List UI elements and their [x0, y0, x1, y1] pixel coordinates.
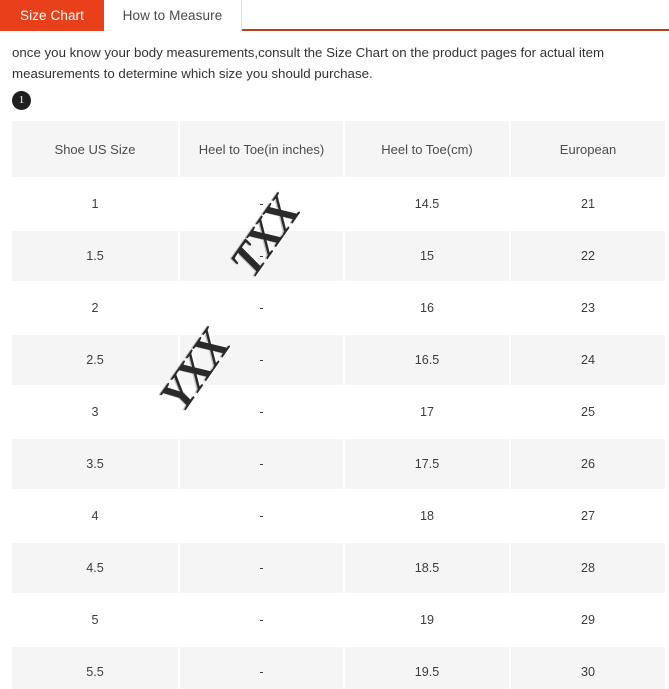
table-cell: 27 — [511, 491, 665, 541]
table-cell: - — [180, 491, 343, 541]
table-header: Shoe US Size Heel to Toe(in inches) Heel… — [12, 121, 665, 177]
table-row: 2.5-16.5 24 — [12, 335, 665, 385]
table-row: 3.5-17.5 26 — [12, 439, 665, 489]
table-row: 5-19 29 — [12, 595, 665, 645]
table-row: 1-14.5 21 — [12, 179, 665, 229]
table-row: 4.5-18.5 28 — [12, 543, 665, 593]
table-cell: 22 — [511, 231, 665, 281]
tab-bar: Size Chart How to Measure — [0, 0, 669, 31]
table-cell: - — [180, 283, 343, 333]
column-header-shoe-us-size: Shoe US Size — [12, 121, 178, 177]
table-body: 1-14.5 21 1.5-15 22 2-16 23 2.5-16.5 24 3-17 25 3.… — [12, 179, 665, 689]
table-row: 5.5-19.5 30 — [12, 647, 665, 689]
table-cell: 29 — [511, 595, 665, 645]
table-cell: 15 — [345, 231, 509, 281]
size-chart-table-wrap: Shoe US Size Heel to Toe(in inches) Heel… — [12, 119, 665, 689]
table-cell: 2.5 — [12, 335, 178, 385]
table-cell: 25 — [511, 387, 665, 437]
step-badge-row: 1 — [0, 84, 669, 110]
table-row: 4-18 27 — [12, 491, 665, 541]
table-cell: 4 — [12, 491, 178, 541]
table-header-row: Shoe US Size Heel to Toe(in inches) Heel… — [12, 121, 665, 177]
table-cell: 17.5 — [345, 439, 509, 489]
table-cell: 5 — [12, 595, 178, 645]
table-row: 2-16 23 — [12, 283, 665, 333]
table-cell: 5.5 — [12, 647, 178, 689]
intro-text: once you know your body measurements,con… — [12, 45, 605, 81]
tab-how-to-measure[interactable]: How to Measure — [104, 0, 242, 31]
table-cell: - — [180, 387, 343, 437]
table-cell: 17 — [345, 387, 509, 437]
table-cell: 18 — [345, 491, 509, 541]
table-cell: - — [180, 647, 343, 689]
table-cell: 3.5 — [12, 439, 178, 489]
size-chart-page: Size Chart How to Measure once you know … — [0, 0, 669, 689]
table-cell: 26 — [511, 439, 665, 489]
table-cell: - — [180, 335, 343, 385]
table-cell: - — [180, 439, 343, 489]
column-header-heel-to-toe-inches: Heel to Toe(in inches) — [180, 121, 343, 177]
table-cell: - — [180, 595, 343, 645]
table-cell: 16.5 — [345, 335, 509, 385]
table-cell: 16 — [345, 283, 509, 333]
table-cell: 19.5 — [345, 647, 509, 689]
tab-size-chart[interactable]: Size Chart — [0, 0, 104, 31]
table-cell: 30 — [511, 647, 665, 689]
table-cell: 2 — [12, 283, 178, 333]
step-number-badge: 1 — [12, 91, 31, 110]
table-cell: 18.5 — [345, 543, 509, 593]
table-row: 3-17 25 — [12, 387, 665, 437]
table-cell: 23 — [511, 283, 665, 333]
column-header-european: European — [511, 121, 665, 177]
table-cell: 28 — [511, 543, 665, 593]
size-chart-table: Shoe US Size Heel to Toe(in inches) Heel… — [10, 119, 667, 689]
table-cell: 19 — [345, 595, 509, 645]
table-cell: 14.5 — [345, 179, 509, 229]
column-header-heel-to-toe-cm: Heel to Toe(cm) — [345, 121, 509, 177]
table-cell: - — [180, 179, 343, 229]
table-cell: 3 — [12, 387, 178, 437]
table-cell: 24 — [511, 335, 665, 385]
table-row: 1.5-15 22 — [12, 231, 665, 281]
table-cell: - — [180, 231, 343, 281]
table-cell: 4.5 — [12, 543, 178, 593]
table-cell: 1.5 — [12, 231, 178, 281]
table-cell: 1 — [12, 179, 178, 229]
table-cell: 21 — [511, 179, 665, 229]
table-cell: - — [180, 543, 343, 593]
